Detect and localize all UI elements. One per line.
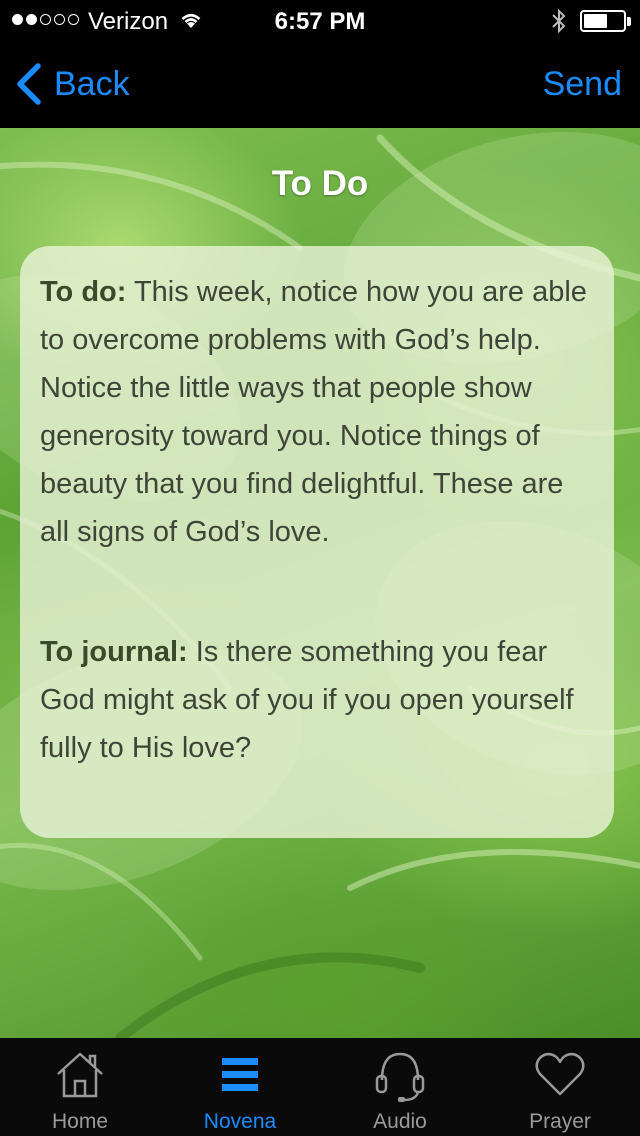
content-area: To Do To do: This week, notice how you a… [0,128,640,1038]
tab-home-label: Home [51,1110,109,1133]
journal-paragraph: To journal: Is there something you fear … [40,628,594,772]
tab-novena-label: Novena [203,1110,277,1133]
todo-text: This week, notice how you are able to ov… [40,276,587,548]
journal-lead: To journal: [40,636,188,668]
list-icon [222,1058,258,1091]
todo-lead: To do: [40,276,127,308]
tab-prayer-label: Prayer [529,1110,591,1133]
battery-tip [627,17,631,26]
page-title: To Do [271,164,369,203]
headphones-icon [375,1052,425,1102]
tab-home[interactable]: Home [0,1038,160,1136]
back-button-label: Back [54,64,130,103]
send-button[interactable]: Send [543,62,622,106]
status-time: 6:57 PM [274,8,366,35]
content-card: To do: This week, notice how you are abl… [20,246,614,838]
todo-paragraph: To do: This week, notice how you are abl… [40,268,594,556]
status-bar: Verizon 6:57 PM [0,0,640,40]
home-icon [57,1052,103,1098]
bluetooth-icon [552,8,566,34]
tab-bar: Home Novena Audio Prayer [0,1038,640,1136]
tab-audio[interactable]: Audio [320,1038,480,1136]
back-button[interactable]: Back [14,62,130,106]
heart-icon [535,1052,585,1096]
tab-novena[interactable]: Novena [160,1038,320,1136]
navigation-bar: Back Send [0,40,640,128]
tab-prayer[interactable]: Prayer [480,1038,640,1136]
battery-icon [580,10,626,32]
tab-audio-label: Audio [373,1110,427,1133]
chevron-left-icon [17,63,41,105]
